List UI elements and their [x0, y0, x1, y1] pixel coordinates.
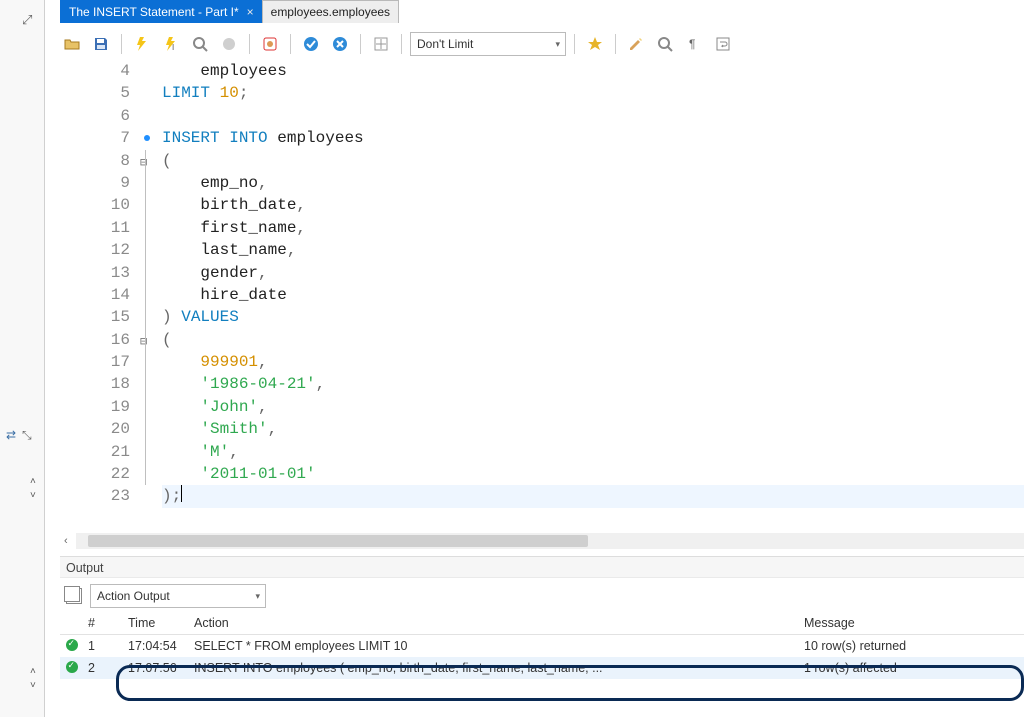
- close-tab-icon[interactable]: ×: [247, 5, 254, 19]
- check-icon: [66, 661, 78, 673]
- toolbar-separator: [360, 34, 361, 54]
- tab-employees[interactable]: employees.employees: [262, 0, 399, 23]
- beautify-button[interactable]: [624, 32, 648, 56]
- code-area[interactable]: employeesLIMIT 10; INSERT INTO employees…: [162, 60, 1024, 532]
- row-action: INSERT INTO employees ( emp_no, birth_da…: [194, 661, 804, 675]
- toolbar-separator: [290, 34, 291, 54]
- row-message: 1 row(s) affected: [804, 661, 1024, 675]
- favorites-button[interactable]: [583, 32, 607, 56]
- col-header-time: Time: [128, 616, 194, 630]
- col-header-action: Action: [194, 616, 804, 630]
- scroll-up-icon[interactable]: ˄: [30, 476, 36, 487]
- toolbar-separator: [574, 34, 575, 54]
- svg-text:¶: ¶: [689, 37, 695, 51]
- editor-horizontal-scrollbar[interactable]: ‹: [60, 532, 1024, 550]
- left-rail: ⤢ ⇄ ⤡ ˄ ˅ ˄ ˅: [0, 0, 45, 717]
- fold-gutter: [140, 60, 162, 532]
- autocommit-toggle-button[interactable]: [369, 32, 393, 56]
- find-button[interactable]: [653, 32, 677, 56]
- col-header-message: Message: [804, 616, 1024, 630]
- rollback-button[interactable]: [328, 32, 352, 56]
- output-grid: # Time Action Message 1 17:04:54 SELECT …: [60, 612, 1024, 679]
- output-title: Output: [60, 557, 1024, 578]
- output-row[interactable]: 1 17:04:54 SELECT * FROM employees LIMIT…: [60, 635, 1024, 657]
- execute-button[interactable]: [130, 32, 154, 56]
- row-time: 17:07:56: [128, 661, 194, 675]
- output-scroll-up-icon[interactable]: ˄: [30, 666, 36, 677]
- output-scroll-down-icon[interactable]: ˅: [30, 680, 36, 691]
- execute-current-button[interactable]: I: [159, 32, 183, 56]
- output-grid-header: # Time Action Message: [60, 612, 1024, 635]
- output-row[interactable]: 2 17:07:56 INSERT INTO employees ( emp_n…: [60, 657, 1024, 679]
- wrap-button[interactable]: [711, 32, 735, 56]
- row-limit-label: Don't Limit: [417, 37, 473, 51]
- row-action: SELECT * FROM employees LIMIT 10: [194, 639, 804, 653]
- row-limit-dropdown[interactable]: Don't Limit: [410, 32, 566, 56]
- explain-button[interactable]: [188, 32, 212, 56]
- invisible-chars-button[interactable]: ¶: [682, 32, 706, 56]
- toolbar-separator: [121, 34, 122, 54]
- scroll-thumb[interactable]: [88, 535, 588, 547]
- save-button[interactable]: [89, 32, 113, 56]
- editor-tab-bar: The INSERT Statement - Part I* × employe…: [60, 0, 398, 22]
- line-number-gutter: 4567891011121314151617181920212223: [60, 60, 140, 532]
- maximize-icon[interactable]: ⤢: [22, 12, 32, 28]
- commit-button[interactable]: [299, 32, 323, 56]
- output-type-dropdown[interactable]: Action Output: [90, 584, 266, 608]
- row-num: 2: [84, 661, 128, 675]
- tab-insert-statement[interactable]: The INSERT Statement - Part I* ×: [60, 0, 263, 23]
- toolbar-separator: [615, 34, 616, 54]
- stop-on-error-button[interactable]: [258, 32, 282, 56]
- sql-editor[interactable]: 4567891011121314151617181920212223 emplo…: [60, 60, 1024, 532]
- output-panel: Output Action Output # Time Action Messa…: [60, 556, 1024, 717]
- scroll-down-icon[interactable]: ˅: [30, 490, 36, 501]
- sql-toolbar: I Don't Limit ¶: [60, 30, 1024, 58]
- row-num: 1: [84, 639, 128, 653]
- row-message: 10 row(s) returned: [804, 639, 1024, 653]
- tab-label: employees.employees: [271, 5, 390, 19]
- col-header-num: #: [84, 616, 128, 630]
- check-icon: [66, 639, 78, 651]
- svg-text:I: I: [172, 43, 174, 52]
- scroll-left-icon[interactable]: ‹: [60, 535, 72, 547]
- stop-button[interactable]: [217, 32, 241, 56]
- minimize-icon[interactable]: ⤡: [22, 428, 32, 443]
- scroll-track[interactable]: [76, 533, 1024, 549]
- output-stack-icon[interactable]: [66, 588, 82, 604]
- toolbar-separator: [249, 34, 250, 54]
- open-file-button[interactable]: [60, 32, 84, 56]
- output-type-label: Action Output: [97, 589, 170, 603]
- toolbar-separator: [401, 34, 402, 54]
- row-time: 17:04:54: [128, 639, 194, 653]
- swap-panels-icon[interactable]: ⇄: [6, 428, 16, 442]
- tab-label: The INSERT Statement - Part I*: [69, 5, 239, 19]
